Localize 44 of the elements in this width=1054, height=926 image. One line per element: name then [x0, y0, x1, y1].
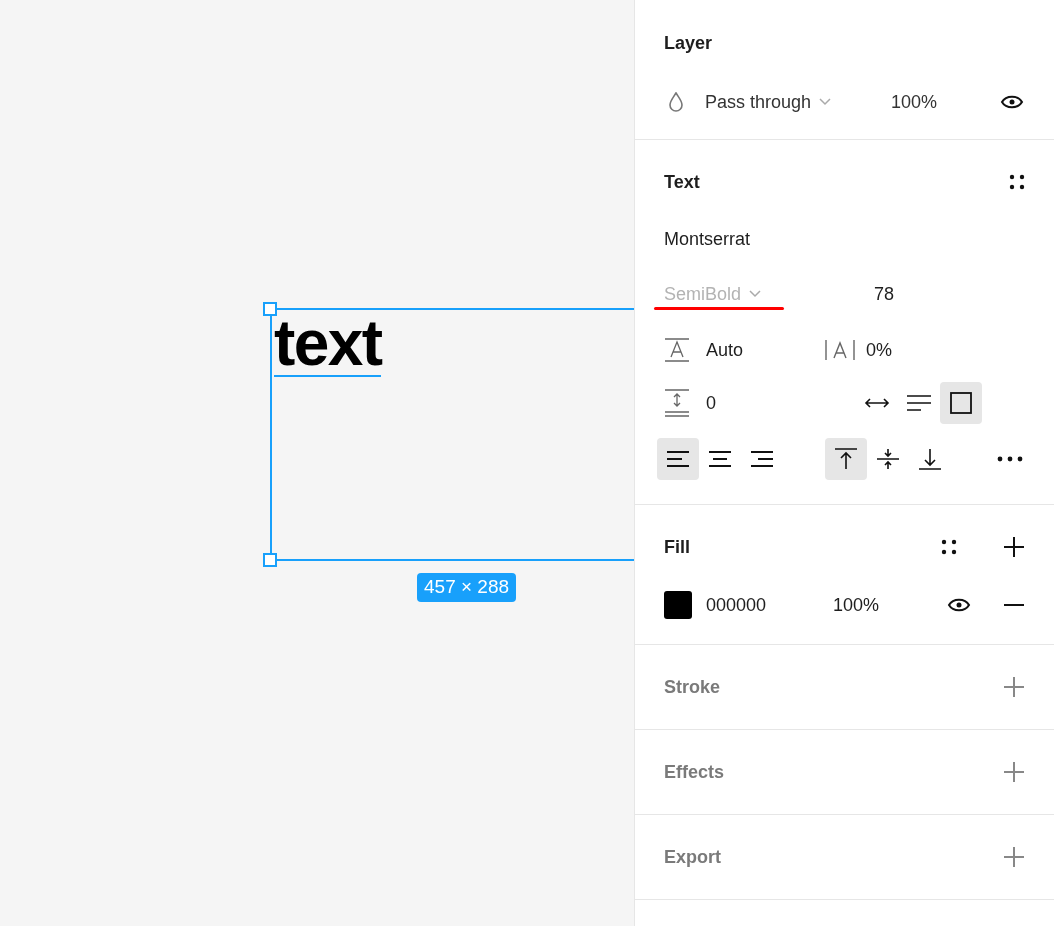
square-icon	[950, 392, 972, 414]
align-icon	[750, 450, 774, 468]
color-swatch[interactable]	[664, 591, 692, 619]
eye-icon[interactable]	[947, 597, 971, 613]
resize-handle[interactable]	[263, 553, 277, 567]
letter-spacing-field[interactable]: 0%	[866, 336, 892, 364]
hex-field[interactable]: 000000	[706, 591, 833, 619]
font-family-field[interactable]: Montserrat	[664, 226, 1025, 250]
line-height-icon	[664, 338, 690, 362]
align-horizontal-button[interactable]	[657, 438, 699, 480]
size-label: 457 × 288	[417, 573, 517, 602]
double-arrow-icon	[864, 396, 890, 410]
section-title: Stroke	[664, 675, 721, 699]
font-size-field[interactable]: 78	[874, 280, 895, 308]
fill-opacity-field[interactable]: 100%	[833, 591, 880, 619]
paragraph-spacing-field[interactable]: 0	[706, 389, 856, 417]
plus-icon[interactable]	[1003, 536, 1025, 558]
caret-icon	[749, 290, 762, 298]
styles-icon[interactable]	[941, 539, 957, 555]
vertical-align-icon	[834, 448, 858, 470]
minus-icon[interactable]	[1003, 603, 1025, 607]
more-icon[interactable]	[997, 456, 1023, 462]
line-height-field[interactable]: Auto	[706, 336, 824, 364]
letter-spacing-icon	[824, 339, 856, 361]
section-title: Export	[664, 845, 721, 869]
drop-icon	[668, 92, 684, 112]
section-title: Fill	[664, 535, 690, 559]
caret-icon	[819, 98, 832, 106]
paragraph-spacing-icon	[664, 389, 690, 417]
section-title: Effects	[664, 760, 725, 784]
lines-icon	[906, 394, 932, 412]
align-vertical-button[interactable]	[825, 438, 867, 480]
section-title: Layer	[664, 32, 714, 55]
resize-mode-button[interactable]	[940, 382, 982, 424]
styles-icon[interactable]	[1009, 174, 1025, 190]
align-icon	[708, 450, 732, 468]
vertical-align-icon	[918, 448, 942, 470]
opacity-value[interactable]: 100%	[891, 88, 938, 116]
eye-icon[interactable]	[1000, 94, 1024, 110]
vertical-align-icon	[876, 448, 900, 470]
blend-mode-dropdown[interactable]: Pass through	[705, 88, 832, 116]
align-icon	[666, 450, 690, 468]
resize-handle[interactable]	[263, 302, 277, 316]
section-title: Text	[664, 170, 700, 194]
